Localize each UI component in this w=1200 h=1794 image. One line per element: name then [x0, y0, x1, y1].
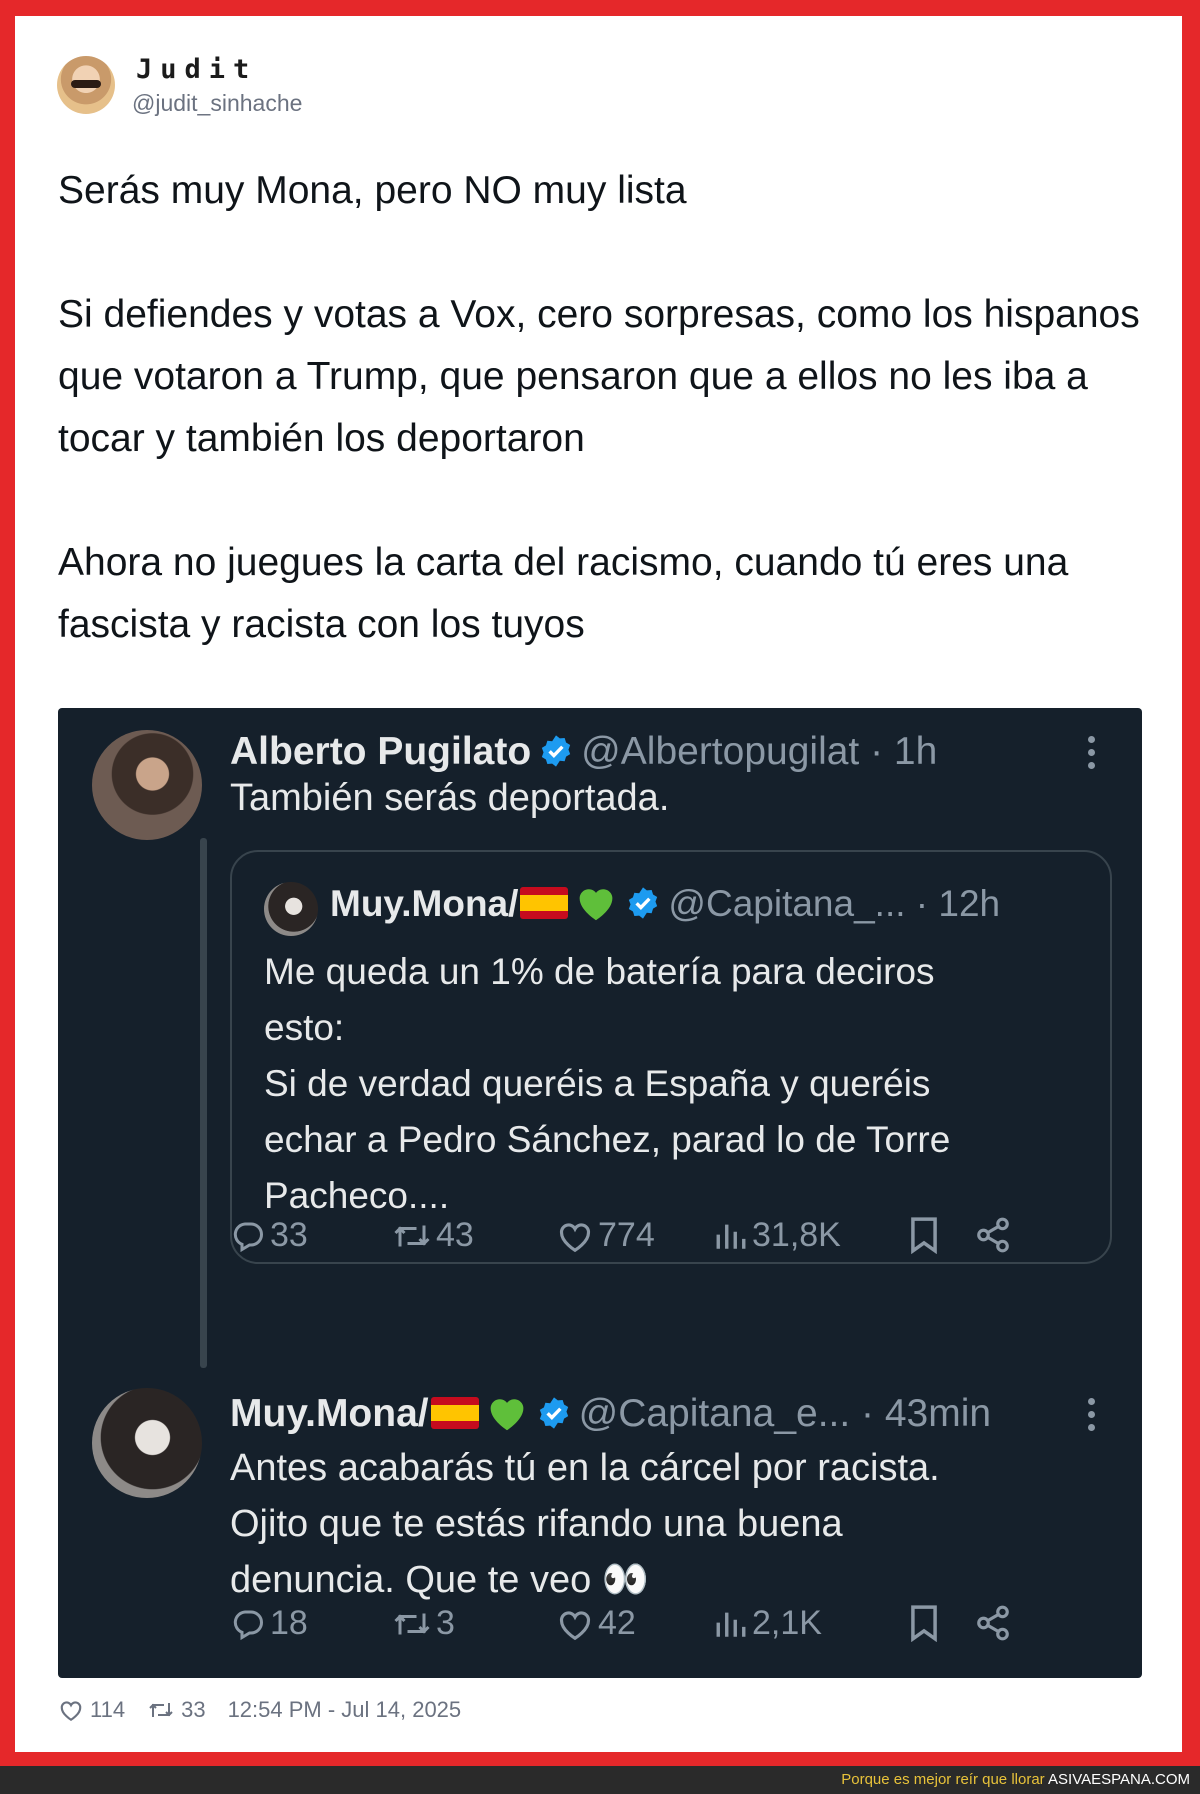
handle-time: @Capitana_... · 12h	[668, 883, 1001, 924]
reply-icon	[233, 1222, 263, 1252]
more-icon[interactable]	[1088, 1398, 1096, 1437]
handle-time[interactable]: @Capitana_e... · 43min	[579, 1392, 991, 1435]
author-avatar[interactable]	[57, 56, 115, 114]
embedded-screenshot: Alberto Pugilato @Albertopugilat · 1h Tam…	[58, 708, 1142, 1678]
spain-flag-icon	[430, 1397, 479, 1429]
retweet-button[interactable]: 43	[392, 1216, 474, 1255]
reply-button[interactable]: 18	[230, 1604, 308, 1643]
post-paragraph: Ahora no juegues la carta del racismo, c…	[58, 541, 1069, 646]
like-count: 114	[90, 1697, 126, 1722]
thread-line	[200, 838, 207, 1368]
reply-header: Alberto Pugilato @Albertopugilat · 1h	[230, 730, 937, 774]
retweet-count: 43	[436, 1216, 474, 1254]
verified-badge-icon	[539, 1397, 568, 1429]
bookmark-button[interactable]	[908, 1216, 940, 1254]
like-button[interactable]: 114	[58, 1697, 125, 1723]
avatar	[264, 882, 318, 936]
retweet-button[interactable]: 3	[392, 1604, 455, 1643]
retweet-icon	[394, 1613, 430, 1634]
bookmark-icon	[911, 1605, 937, 1642]
quoted-tweet[interactable]: Muy.Mona/ @Capitana_... · 12h Me queda un…	[230, 850, 1112, 1264]
post-paragraph: Serás muy Mona, pero NO muy lista	[58, 169, 687, 212]
retweet-icon	[394, 1225, 430, 1246]
verified-badge-icon	[629, 887, 658, 919]
views-count: 31,8K	[752, 1216, 841, 1254]
quote-line: echar a Pedro Sánchez, parad lo de Torre	[264, 1119, 951, 1160]
timestamp[interactable]: 12:54 PM - Jul 14, 2025	[228, 1697, 462, 1723]
post-text: Serás muy Mona, pero NO muy lista Si def…	[58, 160, 1148, 718]
share-icon	[977, 1605, 1009, 1641]
views-icon	[716, 1224, 746, 1249]
reply-count: 18	[270, 1604, 308, 1642]
avatar[interactable]	[92, 1388, 202, 1498]
reply-button[interactable]: 33	[230, 1216, 308, 1255]
views-button[interactable]: 2,1K	[714, 1604, 822, 1643]
share-button[interactable]	[974, 1604, 1012, 1642]
verified-badge-icon	[542, 735, 571, 767]
heart-icon	[60, 1701, 82, 1722]
reply-header: Muy.Mona/ @Capitana_e... · 43min	[230, 1392, 991, 1436]
footer-site[interactable]: ASIVAESPANA.COM	[1048, 1771, 1190, 1788]
views-count: 2,1K	[752, 1604, 822, 1642]
avatar[interactable]	[92, 730, 202, 840]
handle-time[interactable]: @Albertopugilat · 1h	[581, 730, 937, 773]
post-paragraph: Si defiendes y votas a Vox, cero sorpres…	[58, 293, 1140, 460]
spain-flag-icon	[520, 887, 569, 919]
heart-icon	[559, 1222, 591, 1252]
quote-line: Me queda un 1% de batería para deciros	[264, 951, 935, 992]
display-name: Muy.Mona/	[330, 883, 519, 924]
retweet-count: 3	[436, 1604, 455, 1642]
like-button[interactable]: 774	[556, 1216, 655, 1255]
like-count: 42	[598, 1604, 636, 1642]
quote-line: Si de verdad queréis a España y queréis	[264, 1063, 931, 1104]
action-bar: 18 3 42 2,1K	[230, 1604, 1110, 1652]
views-button[interactable]: 31,8K	[714, 1216, 841, 1255]
display-name[interactable]: Muy.Mona/	[230, 1392, 429, 1435]
share-button[interactable]	[974, 1216, 1012, 1254]
like-button[interactable]: 42	[556, 1604, 636, 1643]
post-meta: 114 33 12:54 PM - Jul 14, 2025	[58, 1697, 483, 1723]
author-name[interactable]: Judit	[136, 54, 257, 85]
reply-line: Antes acabarás tú en la cárcel por racis…	[230, 1447, 940, 1489]
quote-text: Me queda un 1% de batería para deciros e…	[264, 944, 1084, 1224]
reply-icon	[233, 1610, 263, 1640]
display-name[interactable]: Alberto Pugilato	[230, 730, 531, 773]
heart-icon	[559, 1610, 591, 1640]
share-icon	[977, 1217, 1009, 1253]
more-icon[interactable]	[1088, 736, 1096, 775]
action-bar: 33 43 774 31,8K	[230, 1216, 1110, 1264]
retweet-icon	[149, 1703, 173, 1717]
author-handle[interactable]: @judit_sinhache	[132, 90, 302, 117]
footer-tagline: Porque es mejor reír que llorar	[841, 1771, 1045, 1788]
like-count: 774	[598, 1216, 655, 1254]
footer-bar: Porque es mejor reír que llorar ASIVAESP…	[0, 1766, 1200, 1794]
green-heart-icon	[580, 889, 613, 921]
reply-count: 33	[270, 1216, 308, 1254]
quote-line: esto:	[264, 1007, 345, 1048]
views-icon	[716, 1612, 746, 1637]
quote-header: Muy.Mona/ @Capitana_... · 12h	[330, 882, 1000, 925]
retweet-button[interactable]: 33	[147, 1697, 206, 1723]
reply-line: denuncia. Que te veo 👀	[230, 1559, 650, 1601]
retweet-count: 33	[181, 1697, 206, 1722]
bookmark-button[interactable]	[908, 1604, 940, 1642]
reply-line: Ojito que te estás rifando una buena	[230, 1503, 843, 1545]
reply-text: Antes acabarás tú en la cárcel por racis…	[230, 1440, 940, 1608]
bookmark-icon	[911, 1217, 937, 1254]
green-heart-icon	[490, 1399, 523, 1431]
reply-text: También serás deportada.	[230, 777, 670, 819]
